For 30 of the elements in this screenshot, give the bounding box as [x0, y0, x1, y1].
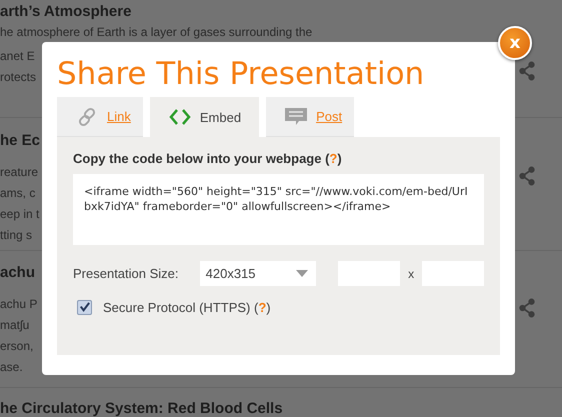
article-title: he Circulatory System: Red Blood Cells: [0, 400, 283, 417]
dialog-title: Share This Presentation: [57, 55, 426, 94]
article-text: he atmosphere of Earth is a layer of gases surrounding the: [0, 24, 312, 40]
article-text: eep in t: [0, 206, 40, 223]
caret-icon: [296, 270, 308, 278]
instruction-text: Copy the code below into your webpage (?): [73, 151, 343, 166]
comment-icon: [284, 106, 308, 126]
size-label: Presentation Size:: [73, 266, 180, 281]
article-text: matʃu: [0, 317, 30, 334]
article-text: erson,: [0, 338, 34, 355]
article-text: reature: [0, 164, 38, 181]
code-icon: [168, 107, 192, 127]
article-text: ase.: [0, 359, 23, 376]
checkbox-label: Secure Protocol (HTTPS) (?): [103, 300, 271, 315]
article-text: ams, c: [0, 185, 36, 202]
share-icon[interactable]: [518, 166, 536, 186]
article-text: anet E: [0, 48, 35, 65]
size-dropdown[interactable]: 420x315: [200, 261, 316, 286]
article-text: achu P: [0, 296, 38, 313]
article-text: rotects: [0, 69, 36, 86]
share-icon[interactable]: [518, 61, 536, 81]
article-text: tting s: [0, 227, 32, 244]
article-title: achu: [0, 264, 36, 282]
tab[interactable]: Embed: [150, 97, 260, 137]
article-title: arth’s Atmosphere: [0, 3, 132, 21]
checkbox[interactable]: [77, 300, 92, 315]
embed-code-field[interactable]: <iframe width="560" height="315" src="//www.voki.com/em-bed/UrIbxk7idYA" frameborder="0" allowfullscreen></iframe>: [73, 174, 484, 245]
article-title: he Ec: [0, 132, 40, 150]
times-label: x: [408, 266, 414, 280]
share-icon[interactable]: [518, 298, 536, 318]
